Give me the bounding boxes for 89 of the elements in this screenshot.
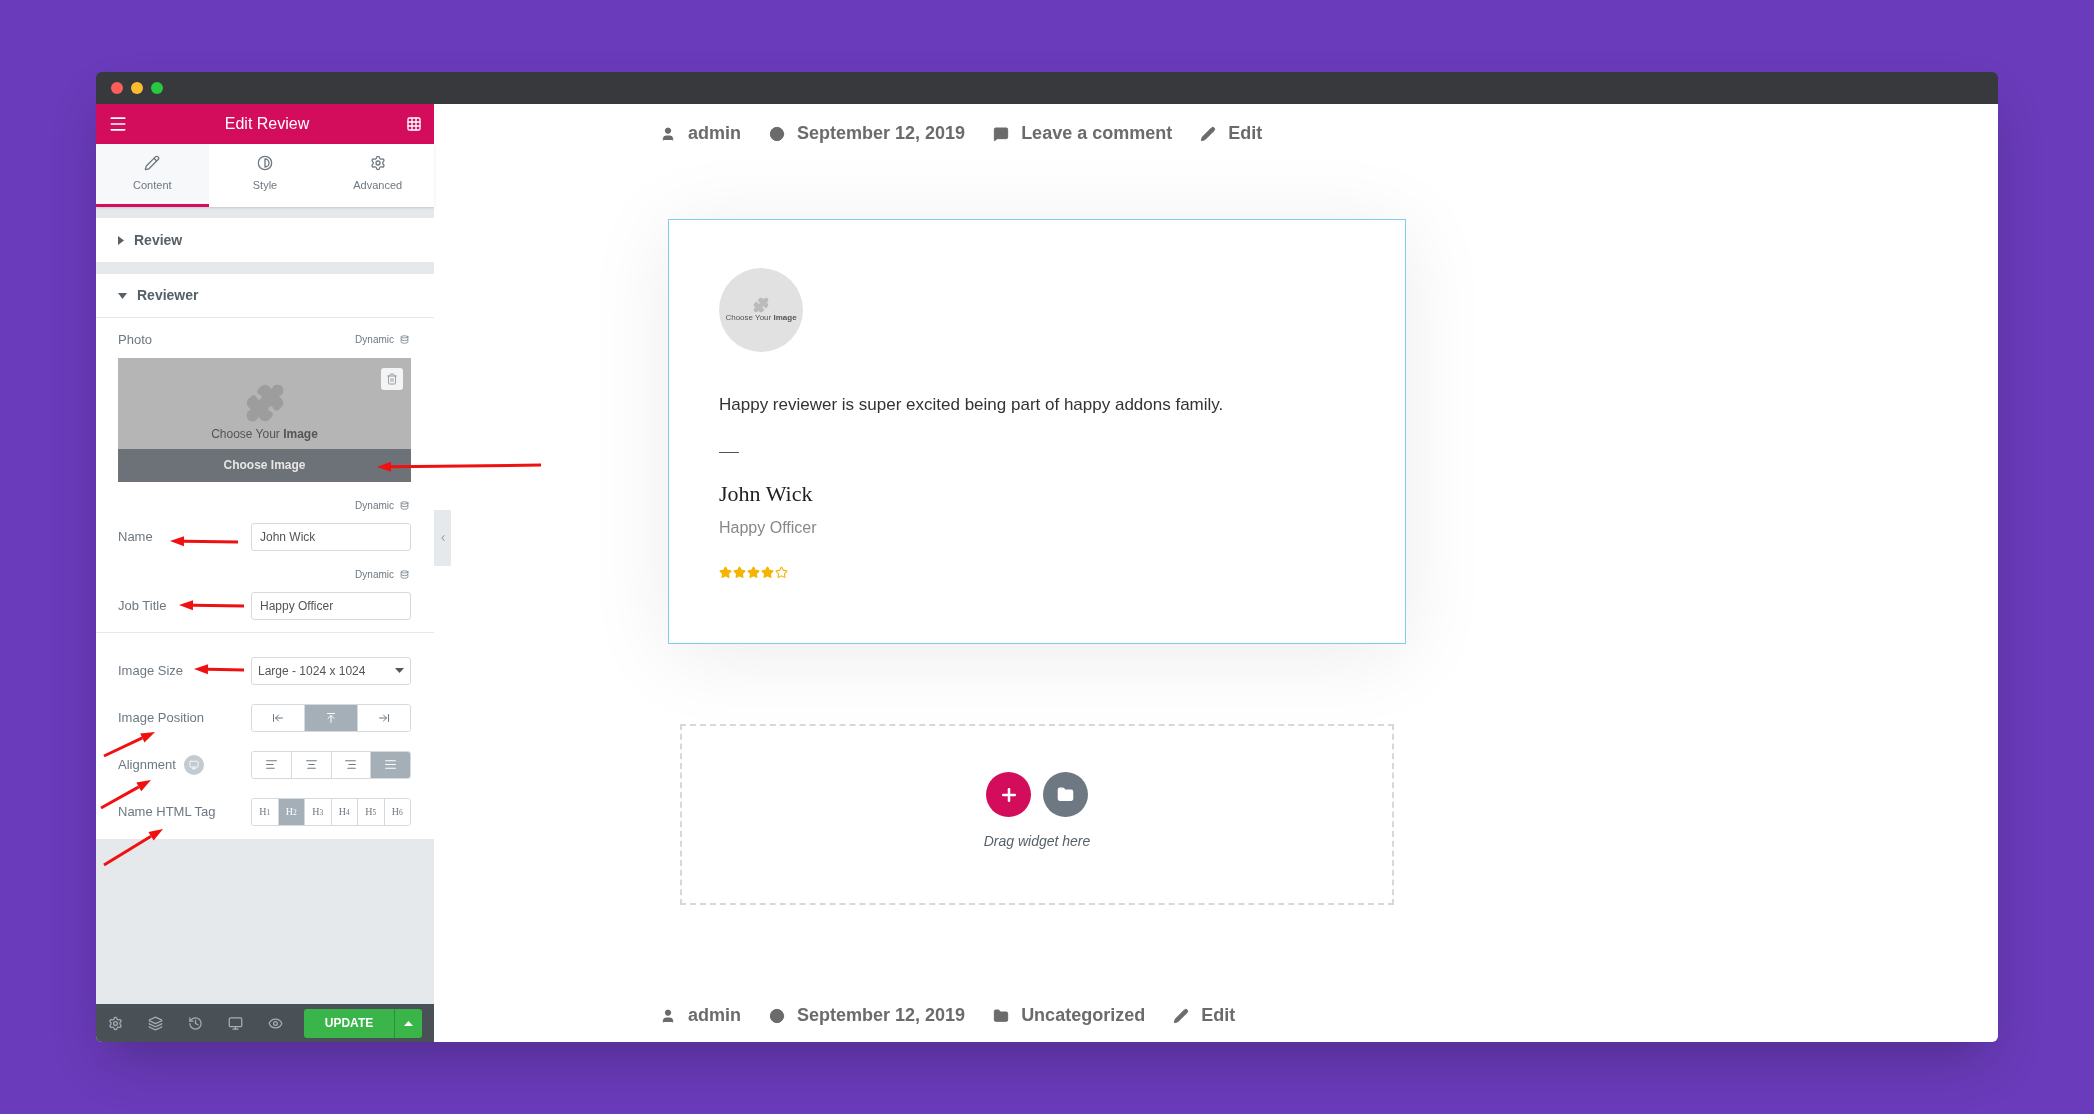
arrow-right-bar-icon <box>378 711 390 724</box>
annotation-arrow <box>179 600 245 611</box>
panel-title: Edit Review <box>224 114 310 134</box>
reviewer-name: John Wick <box>719 480 814 508</box>
text-field[interactable]: John Wick <box>251 522 411 551</box>
settings-icon[interactable] <box>108 1015 123 1031</box>
section-header[interactable]: Review <box>96 218 434 262</box>
edit-icon <box>1200 125 1217 142</box>
arrow-up-bar-icon <box>325 711 337 724</box>
alignment-option[interactable] <box>370 751 410 778</box>
meta-link[interactable]: Leave a comment <box>1021 120 1173 147</box>
trash-icon <box>386 372 398 385</box>
star-icon <box>719 566 732 579</box>
meta-link[interactable]: admin <box>688 120 741 147</box>
menu-icon[interactable] <box>108 114 128 134</box>
field-label: Name HTML Tag <box>118 802 216 821</box>
reviewer-job-title: Happy Officer <box>719 518 818 538</box>
image-chooser[interactable]: Choose Your Image Choose Image <box>118 357 411 482</box>
update-button[interactable]: UPDATE <box>304 1008 394 1038</box>
star-icon <box>775 566 788 579</box>
arrow-left-bar-icon <box>272 711 284 724</box>
star-icon <box>733 566 746 579</box>
dynamic-label[interactable]: Dynamic <box>355 566 394 582</box>
align-left-icon <box>264 758 278 771</box>
text-field[interactable]: Happy Officer <box>251 591 411 620</box>
annotation-arrow <box>103 829 163 867</box>
add-button[interactable] <box>986 772 1031 817</box>
annotation-arrow <box>170 536 239 547</box>
field-label: Job Title <box>118 596 167 615</box>
field-label: Image Position <box>118 708 204 727</box>
caret-icon <box>395 668 404 673</box>
meta-link[interactable]: Uncategorized <box>1021 1002 1146 1029</box>
star-icon <box>761 566 774 579</box>
eye-icon[interactable] <box>268 1015 283 1031</box>
dynamic-label[interactable]: Dynamic <box>355 497 394 513</box>
tag-option[interactable]: H$_{6}$ <box>383 798 410 825</box>
pencil-icon <box>144 154 161 171</box>
caret-right-icon <box>118 235 124 245</box>
field-label: Image Size <box>118 661 184 680</box>
align-right-icon <box>344 758 358 771</box>
folder-icon <box>1057 786 1074 803</box>
field-label: Name <box>118 527 153 546</box>
meta-link[interactable]: Edit <box>1201 1002 1236 1029</box>
folder-icon <box>993 1007 1010 1024</box>
edit-icon <box>1173 1007 1190 1024</box>
field-label: Photo <box>118 331 152 349</box>
database-icon[interactable] <box>400 500 409 510</box>
position-option[interactable] <box>357 704 410 731</box>
history-icon[interactable] <box>188 1015 203 1031</box>
field-label: Alignment <box>118 755 176 774</box>
annotation-arrow <box>194 664 245 675</box>
layers-icon[interactable] <box>148 1015 163 1031</box>
panel-tab[interactable]: Content <box>96 144 209 207</box>
image-placeholder-text: Choose Your Image <box>211 425 318 443</box>
puzzle-icon <box>753 297 769 313</box>
delete-button[interactable] <box>381 367 403 390</box>
star-icon <box>747 566 760 579</box>
database-icon[interactable] <box>400 569 409 579</box>
caret-down-icon <box>118 292 127 299</box>
collapse-handle[interactable] <box>434 510 451 566</box>
divider-dash <box>719 451 739 453</box>
gear-icon <box>369 154 386 171</box>
user-icon <box>660 125 676 142</box>
monitor-icon <box>188 759 199 770</box>
grid-icon[interactable] <box>406 116 422 132</box>
monitor-icon[interactable] <box>228 1015 243 1031</box>
contrast-icon <box>257 154 273 171</box>
puzzle-icon <box>244 382 285 423</box>
review-quote: Happy reviewer is super excited being part of happy addons family. <box>719 394 1225 416</box>
panel-tab[interactable]: Style <box>208 144 322 207</box>
meta-link[interactable]: Edit <box>1228 120 1263 147</box>
options-button[interactable] <box>394 1008 422 1038</box>
image-size-select[interactable]: Large - 1024 x 1024 <box>251 656 411 685</box>
database-icon[interactable] <box>400 335 409 345</box>
user-icon <box>660 1007 676 1024</box>
drop-zone-hint: Drag widget here <box>983 832 1091 851</box>
template-button[interactable] <box>1043 772 1088 817</box>
panel-tab[interactable]: Advanced <box>321 144 434 207</box>
annotation-arrow <box>103 732 155 758</box>
caret-up-icon <box>404 1020 413 1026</box>
choose-image-button[interactable]: Choose Image <box>118 448 411 482</box>
align-center-icon <box>304 758 318 771</box>
meta-link[interactable]: admin <box>688 1002 741 1029</box>
align-justify-icon <box>384 758 398 771</box>
comment-icon <box>993 125 1010 142</box>
avatar-placeholder-text: Choose Your Image <box>725 313 797 323</box>
meta-link[interactable]: September 12, 2019 <box>797 1002 966 1029</box>
meta-link[interactable]: September 12, 2019 <box>797 120 966 147</box>
dynamic-label[interactable]: Dynamic <box>355 332 394 348</box>
